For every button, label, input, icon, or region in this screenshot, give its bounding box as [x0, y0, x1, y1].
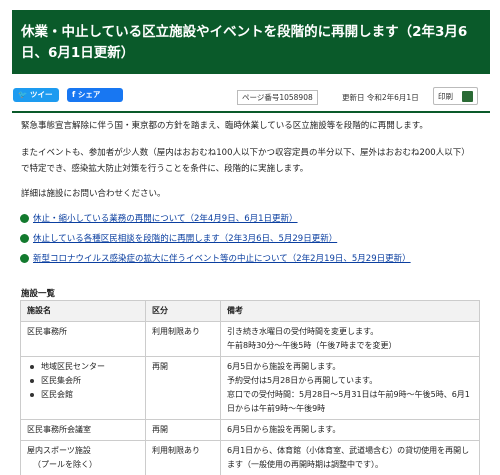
note-line: 窓口での受付時間：5月28日～5月31日は午前9時～午後5時、6月1日からは午前… [227, 390, 470, 413]
facility-type: 再開 [145, 356, 221, 420]
facility-name: 地域区民センター 区民集会所 区民会館 [20, 356, 146, 420]
bullet-icon [20, 254, 29, 263]
facebook-icon: f [72, 90, 76, 99]
note-line: 引き続き水曜日の受付時間を変更します。 [227, 327, 379, 336]
table-row: 屋内スポーツ施設 （プールを除く） 利用制限あり 6月1日から、体育館（小体育室… [20, 440, 480, 475]
facility-name-line: 屋内スポーツ施設 [27, 446, 91, 455]
facility-list-item: 区民集会所 [30, 374, 139, 388]
related-link[interactable]: 休止・縮小している業務の再開について（2年4月9日、6月1日更新） [33, 214, 298, 224]
note-line: 6月5日から施設を再開します。 [227, 362, 341, 371]
facility-note: 引き続き水曜日の受付時間を変更します。 午前8時30分～午後5時（午後7時までを… [220, 321, 480, 357]
facility-name: 屋内スポーツ施設 （プールを除く） [20, 440, 146, 475]
table-row: 区民事務所会議室 再開 6月5日から施設を再開します。 [20, 419, 480, 441]
print-label: 印刷 [438, 92, 453, 101]
note-line: 午前8時30分～午後5時（午後7時までを変更） [227, 341, 397, 350]
note-line: 予約受付は5月28日から再開しています。 [227, 376, 378, 385]
event-paragraph: またイベントも、参加者が少人数（屋内はおおむね100人以下かつ収容定員の半分以下… [21, 148, 470, 174]
facility-type: 利用制限あり [145, 440, 221, 475]
printer-icon [462, 91, 473, 102]
list-item: 休止・縮小している業務の再開について（2年4月9日、6月1日更新） [20, 212, 411, 232]
related-links: 休止・縮小している業務の再開について（2年4月9日、6月1日更新） 休止している… [20, 212, 411, 272]
header-note: 備考 [220, 300, 480, 322]
facebook-share-label: シェア 769 [72, 90, 101, 113]
bullet-icon [20, 214, 29, 223]
list-item: 新型コロナウイルス感染症の拡大に伴うイベント等の中止について（2年2月19日、5… [20, 252, 411, 272]
page-title: 休業・中止している区立施設やイベントを段階的に再開します（2年3月6日、6月1日… [12, 10, 490, 74]
table-row: 区民事務所 利用制限あり 引き続き水曜日の受付時間を変更します。 午前8時30分… [20, 321, 480, 357]
facility-note: 6月5日から施設を再開します。 予約受付は5月28日から再開しています。 窓口で… [220, 356, 480, 420]
facility-list-item: 地域区民センター [30, 360, 139, 374]
related-link[interactable]: 新型コロナウイルス感染症の拡大に伴うイベント等の中止について（2年2月19日、5… [33, 254, 411, 264]
facility-name: 区民事務所会議室 [20, 419, 146, 441]
related-link[interactable]: 休止している各種区民相談を段階的に再開します（2年3月6日、5月29日更新） [33, 234, 337, 244]
header-type: 区分 [145, 300, 221, 322]
tweet-button[interactable]: 🐦 ツイート [13, 88, 59, 113]
facility-table: 施設名 区分 備考 区民事務所 利用制限あり 引き続き水曜日の受付時間を変更しま… [20, 300, 480, 475]
twitter-icon: 🐦 [18, 90, 28, 99]
facility-note: 6月1日から、体育館（小体育室、武道場含む）の貸切使用を再開します（一般使用の再… [220, 440, 480, 475]
facility-name: 区民事務所 [20, 321, 146, 357]
intro-paragraph: 緊急事態宣言解除に伴う国・東京都の方針を踏まえ、臨時休業している区立施設等を段階… [21, 121, 428, 131]
facility-note: 6月5日から施設を再開します。 [220, 419, 480, 441]
facility-list-item: 区民会館 [30, 388, 139, 402]
page-id: ページ番号1058908 [237, 90, 318, 105]
print-button[interactable]: 印刷 [433, 87, 478, 105]
table-row: 地域区民センター 区民集会所 区民会館 再開 6月5日から施設を再開します。 予… [20, 356, 480, 420]
list-item: 休止している各種区民相談を段階的に再開します（2年3月6日、5月29日更新） [20, 232, 411, 252]
header-facility: 施設名 [20, 300, 146, 322]
table-title: 施設一覧 [21, 289, 56, 299]
bullet-icon [20, 234, 29, 243]
facility-type: 利用制限あり [145, 321, 221, 357]
table-header-row: 施設名 区分 備考 [20, 300, 480, 322]
facility-type: 再開 [145, 419, 221, 441]
divider [12, 111, 490, 113]
updated-date: 更新日 令和2年6月1日 [342, 93, 419, 102]
facebook-share-button[interactable]: f シェア 769 [67, 88, 123, 113]
facility-name-line: （プールを除く） [33, 460, 97, 469]
contact-paragraph: 詳細は施設にお問い合わせください。 [21, 189, 166, 199]
